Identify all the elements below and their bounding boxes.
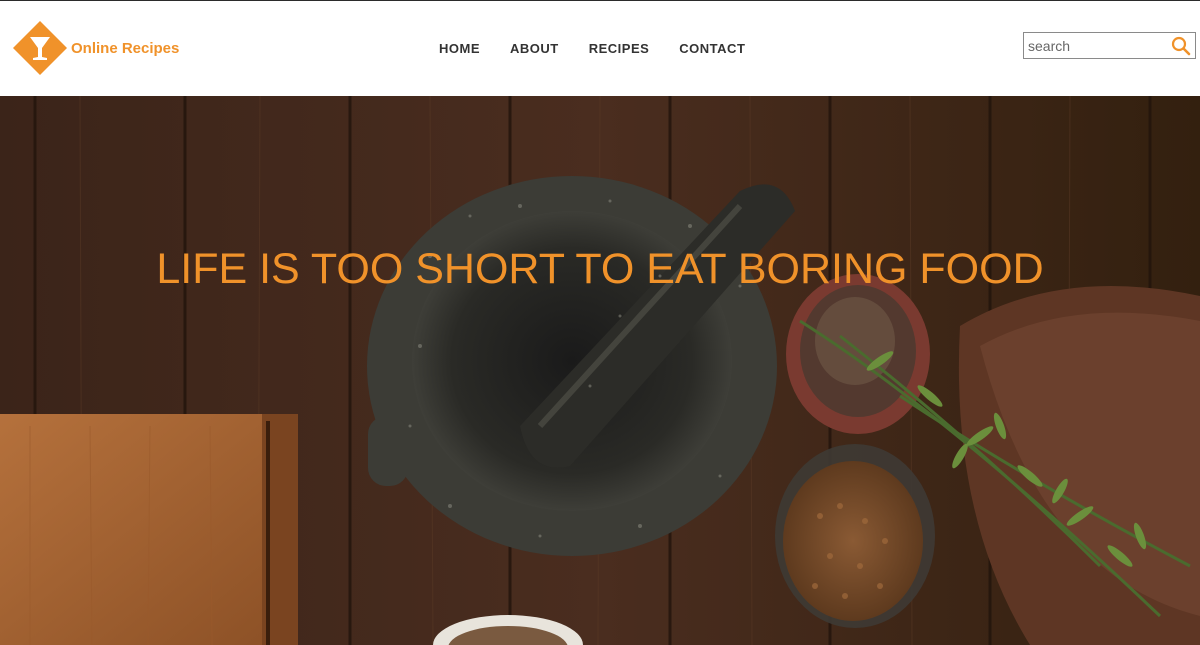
- site-header: Online Recipes HOME ABOUT RECIPES CONTAC…: [0, 1, 1200, 96]
- search-box: [1023, 32, 1196, 59]
- hero-title: LIFE IS TOO SHORT TO EAT BORING FOOD: [156, 245, 1044, 293]
- hero-banner: LIFE IS TOO SHORT TO EAT BORING FOOD: [0, 96, 1200, 645]
- nav-contact[interactable]: CONTACT: [664, 41, 760, 56]
- cocktail-glass-icon: [13, 21, 67, 75]
- main-nav: HOME ABOUT RECIPES CONTACT: [424, 41, 760, 56]
- search-icon[interactable]: [1171, 36, 1191, 56]
- nav-about[interactable]: ABOUT: [495, 41, 574, 56]
- hero-background-image: [0, 96, 1200, 645]
- search-input[interactable]: [1024, 33, 1164, 58]
- brand-name: Online Recipes: [71, 39, 180, 57]
- logo-link[interactable]: Online Recipes: [13, 21, 179, 75]
- nav-home[interactable]: HOME: [424, 41, 495, 56]
- nav-recipes[interactable]: RECIPES: [574, 41, 665, 56]
